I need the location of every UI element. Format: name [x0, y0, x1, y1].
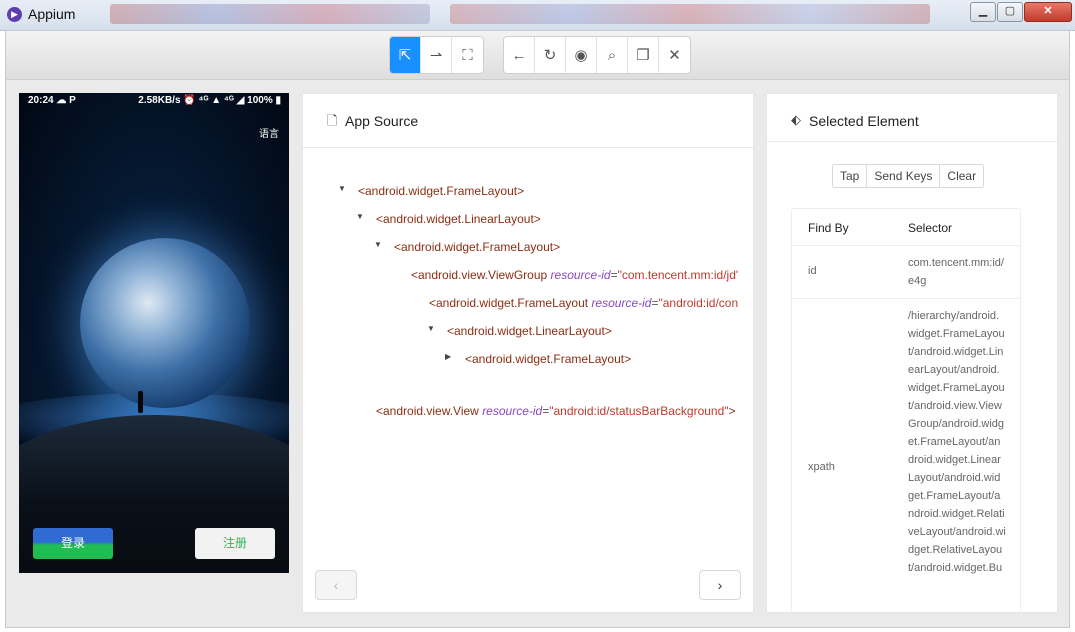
table-row: id com.tencent.mm:id/e4g	[792, 246, 1020, 299]
login-button[interactable]: 登录	[33, 528, 113, 559]
send-keys-button[interactable]: Send Keys	[867, 165, 941, 187]
node-tag: <android.view.View	[376, 404, 483, 418]
quit-session-button[interactable]: ✕	[659, 37, 690, 73]
person-silhouette	[138, 391, 143, 413]
tree-node[interactable]: ▼ <android.widget.LinearLayout>	[356, 212, 541, 226]
search-icon: ⌕	[607, 46, 617, 64]
background-blur	[450, 4, 930, 24]
node-tag: <android.widget.FrameLayout>	[465, 352, 632, 366]
node-attr: resource-id	[591, 296, 652, 310]
action-button-group: ← ↻ ◉ ⌕ ❐ ✕	[503, 36, 691, 74]
swipe-icon: ⇀	[429, 47, 443, 64]
swipe-mode-button[interactable]: ⇀	[421, 37, 452, 73]
column-header-selector: Selector	[908, 221, 953, 235]
node-tag-close: >	[728, 404, 736, 418]
back-icon: ←	[511, 46, 527, 64]
copy-xml-button[interactable]: ❐	[628, 37, 659, 73]
node-tag: <android.widget.FrameLayout>	[358, 184, 525, 198]
tree-node[interactable]: ▼ <android.widget.FrameLayout>	[374, 240, 561, 254]
node-attr: resource-id	[550, 268, 611, 282]
selector-cell[interactable]: com.tencent.mm:id/e4g	[908, 254, 1006, 290]
earth-image	[80, 238, 250, 408]
tree-node[interactable]: ▼ <android.widget.FrameLayout>	[338, 184, 525, 198]
prev-page-button[interactable]: ‹	[315, 570, 357, 600]
tree-node[interactable]: ▼ <android.widget.LinearLayout>	[427, 324, 612, 338]
window-title: Appium	[28, 6, 76, 22]
register-button[interactable]: 注册	[195, 528, 275, 559]
caret-down-icon[interactable]: ▼	[427, 324, 435, 333]
tap-coordinates-button[interactable]: ⛶	[452, 37, 483, 73]
node-attr-value: "android:id/statusBarBackground"	[549, 404, 729, 418]
selected-element-title: Selected Element	[809, 113, 919, 129]
refresh-icon: ↻	[543, 47, 557, 64]
caret-down-icon[interactable]: ▼	[338, 184, 346, 193]
tap-coordinates-icon: ⛶	[462, 46, 473, 64]
close-window-button[interactable]: ✕	[1024, 2, 1072, 22]
show-hide-button[interactable]: ◉	[566, 37, 597, 73]
chevron-right-icon: ›	[717, 577, 723, 593]
status-right: 2.58KB/s ⏰ ⁴ᴳ ▲ ⁴ᴳ ◢ 100% ▮	[138, 95, 281, 106]
node-tag: <android.widget.LinearLayout>	[447, 324, 612, 338]
back-button[interactable]: ←	[504, 37, 535, 73]
app-source-panel: 🗋 App Source ▼ <android.widget.FrameLayo…	[302, 93, 754, 613]
find-by-cell: id	[808, 265, 817, 277]
title-bar: ▶ Appium ▁ ▢ ✕	[0, 0, 1075, 31]
toolbar: ⇱ ⇀ ⛶ ← ↻ ◉ ⌕ ❐ ✕	[6, 31, 1069, 80]
clear-button[interactable]: Clear	[940, 165, 983, 187]
node-attr-value: "android:id/con	[658, 296, 739, 310]
node-tag: <android.view.ViewGroup	[411, 268, 551, 282]
selector-cell[interactable]: /hierarchy/android.widget.FrameLayout/an…	[908, 307, 1006, 577]
chevron-left-icon: ‹	[333, 577, 339, 593]
caret-right-icon[interactable]: ▶	[445, 352, 451, 361]
eye-icon: ◉	[574, 47, 588, 64]
mode-button-group: ⇱ ⇀ ⛶	[389, 36, 484, 74]
selected-element-panel: ⬖ Selected Element Tap Send Keys Clear F…	[766, 93, 1058, 620]
caret-down-icon[interactable]: ▼	[374, 240, 382, 249]
tree-node[interactable]: ▶ <android.widget.FrameLayout>	[445, 352, 632, 366]
next-page-button[interactable]: ›	[699, 570, 741, 600]
background-blur	[110, 4, 430, 24]
app-source-title: App Source	[345, 113, 419, 129]
maximize-button[interactable]: ▢	[997, 2, 1023, 22]
selector-table: Find By Selector id com.tencent.mm:id/e4…	[791, 208, 1021, 620]
node-tag: <android.widget.FrameLayout>	[394, 240, 561, 254]
file-icon: 🗋	[327, 113, 338, 128]
node-tag: <android.widget.LinearLayout>	[376, 212, 541, 226]
device-screenshot[interactable]: 20:24 ☁ P 2.58KB/s ⏰ ⁴ᴳ ▲ ⁴ᴳ ◢ 100% ▮ 语言…	[19, 93, 289, 573]
selected-element-header: ⬖ Selected Element	[767, 94, 1057, 142]
source-tree: ▼ <android.widget.FrameLayout> ▼ <androi…	[303, 148, 753, 448]
app-source-header: 🗋 App Source	[303, 94, 753, 148]
tap-button[interactable]: Tap	[833, 165, 868, 187]
node-tag: <android.widget.FrameLayout	[429, 296, 592, 310]
node-attr: resource-id	[482, 404, 543, 418]
tag-icon: ⬖	[791, 112, 801, 127]
tree-node[interactable]: ▼ <android.view.ViewGroup resource-id="c…	[411, 268, 739, 282]
appium-logo-icon: ▶	[7, 7, 22, 22]
refresh-button[interactable]: ↻	[535, 37, 566, 73]
status-left: 20:24 ☁ P	[28, 95, 76, 106]
minimize-button[interactable]: ▁	[970, 2, 996, 22]
element-actions: Tap Send Keys Clear	[832, 164, 985, 188]
table-row: xpath /hierarchy/android.widget.FrameLay…	[792, 299, 1020, 619]
copy-icon: ❐	[636, 47, 650, 64]
select-mode-button[interactable]: ⇱	[390, 37, 421, 73]
table-header: Find By Selector	[792, 209, 1020, 246]
find-by-cell: xpath	[808, 461, 835, 473]
language-link[interactable]: 语言	[259, 125, 279, 140]
close-icon: ✕	[668, 47, 681, 64]
column-header-find-by: Find By	[808, 221, 849, 235]
device-status-bar: 20:24 ☁ P 2.58KB/s ⏰ ⁴ᴳ ▲ ⁴ᴳ ◢ 100% ▮	[19, 93, 289, 109]
tree-node[interactable]: ▼ <android.widget.FrameLayout resource-i…	[429, 296, 739, 310]
node-attr-value: "com.tencent.mm:id/jd'	[617, 268, 739, 282]
select-arrow-icon: ⇱	[398, 47, 412, 64]
search-button[interactable]: ⌕	[597, 37, 628, 73]
tree-node[interactable]: <android.view.View resource-id="android:…	[376, 404, 736, 418]
caret-down-icon[interactable]: ▼	[356, 212, 364, 221]
